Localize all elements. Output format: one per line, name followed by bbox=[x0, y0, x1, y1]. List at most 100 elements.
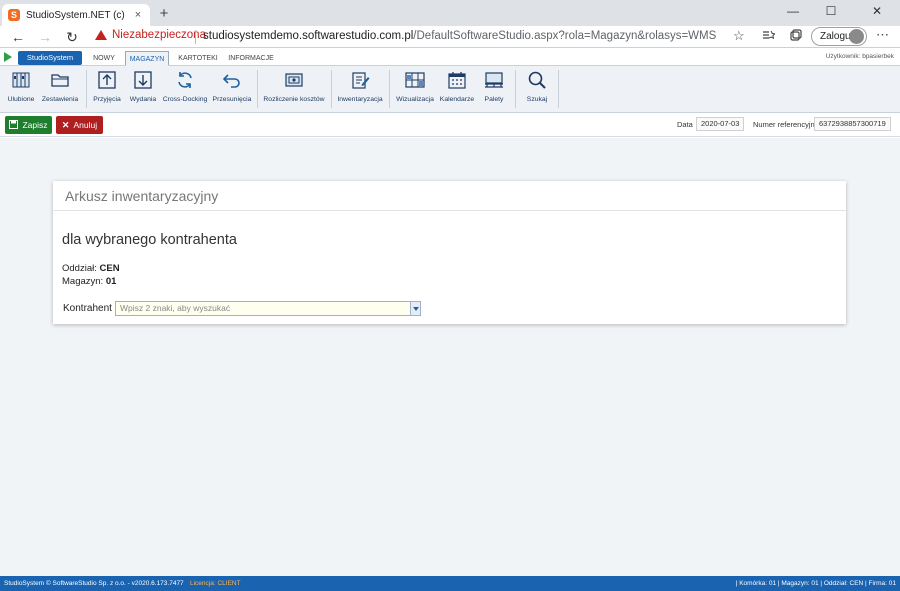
browser-tab[interactable]: S StudioSystem.NET (c) SoftwareSt × bbox=[2, 4, 150, 26]
ribbon-rozliczenie-kosztow-label: Rozliczenie kosztów bbox=[263, 96, 325, 103]
status-bar: StudioSystem © SoftwareStudio Sp. z o.o.… bbox=[0, 576, 900, 591]
favorite-star-icon[interactable]: ☆ bbox=[733, 28, 745, 44]
play-icon[interactable] bbox=[4, 52, 12, 62]
address-bar: ← → ↻ Niezabezpieczona studiosystemdemo.… bbox=[0, 26, 900, 48]
url-field[interactable]: studiosystemdemo.softwarestudio.com.pl/D… bbox=[203, 30, 716, 42]
browser-tab-strip: S StudioSystem.NET (c) SoftwareSt × + — … bbox=[0, 0, 900, 26]
url-host: studiosystemdemo.softwarestudio.com.pl bbox=[203, 30, 414, 42]
return-arrow-icon bbox=[222, 70, 242, 90]
chevron-down-icon[interactable] bbox=[410, 302, 420, 315]
ribbon-wizualizacja-button[interactable]: Wizualizacja bbox=[395, 70, 435, 110]
security-warning[interactable]: Niezabezpieczona bbox=[95, 29, 206, 41]
branch-value: CEN bbox=[99, 263, 120, 274]
ribbon-ulubione-label: Ulubione bbox=[7, 96, 35, 103]
tab-informacje[interactable]: INFORMACJE bbox=[228, 51, 274, 66]
studiosystem-brand-button[interactable]: StudioSystem bbox=[18, 51, 82, 65]
window-close-button[interactable]: ✕ bbox=[862, 2, 892, 20]
url-separator bbox=[195, 30, 196, 44]
branch-label: Oddział: bbox=[62, 263, 97, 274]
main-content: Arkusz inwentaryzacyjny dla wybranego ko… bbox=[0, 138, 900, 576]
forward-button[interactable]: → bbox=[35, 27, 55, 47]
reference-number-label: Numer referencyjny bbox=[753, 120, 819, 129]
tab-magazyn[interactable]: MAGAZYN bbox=[125, 51, 169, 66]
new-tab-button[interactable]: + bbox=[155, 5, 173, 23]
security-warning-label: Niezabezpieczona bbox=[112, 29, 206, 41]
pallet-icon bbox=[484, 70, 504, 90]
ribbon-separator bbox=[331, 70, 332, 108]
ribbon-separator bbox=[515, 70, 516, 108]
ribbon-zestawienia-label: Zestawienia bbox=[41, 96, 79, 103]
ribbon-kalendarze-label: Kalendarze bbox=[439, 96, 475, 103]
inventory-sheet-card: Arkusz inwentaryzacyjny dla wybranego ko… bbox=[53, 181, 846, 324]
app-menu-bar: StudioSystem NOWY MAGAZYN KARTOTEKI INFO… bbox=[0, 49, 900, 66]
page-title: Arkusz inwentaryzacyjny bbox=[65, 188, 219, 204]
books-icon bbox=[11, 70, 31, 90]
ribbon-szukaj-label: Szukaj bbox=[526, 96, 548, 103]
login-button[interactable]: Zaloguj bbox=[811, 27, 867, 46]
ribbon-palety-label: Palety bbox=[484, 96, 504, 103]
ribbon-toolbar: Ulubione Zestawienia Przyjęcia Wydania C… bbox=[0, 66, 900, 113]
ribbon-wizualizacja-label: Wizualizacja bbox=[396, 96, 434, 103]
branch-info: Oddział: CEN bbox=[62, 263, 120, 274]
current-user-label: Użytkownik: bpasierbek bbox=[825, 53, 894, 60]
ribbon-cross-docking-button[interactable]: Cross-Docking bbox=[162, 70, 208, 110]
date-label: Data bbox=[677, 120, 693, 129]
ribbon-ulubione-button[interactable]: Ulubione bbox=[4, 70, 38, 110]
save-button[interactable]: Zapisz bbox=[5, 116, 52, 134]
edit-document-icon bbox=[350, 70, 370, 90]
ribbon-separator bbox=[558, 70, 559, 108]
reload-button[interactable]: ↻ bbox=[62, 27, 82, 47]
save-icon bbox=[9, 119, 19, 131]
arrow-down-box-icon bbox=[133, 70, 153, 90]
page-subtitle: dla wybranego kontrahenta bbox=[62, 232, 237, 248]
warehouse-value: 01 bbox=[105, 276, 117, 287]
ribbon-separator bbox=[257, 70, 258, 108]
money-icon bbox=[284, 70, 304, 90]
ribbon-separator bbox=[86, 70, 87, 108]
save-label: Zapisz bbox=[22, 120, 48, 130]
minimize-button[interactable]: — bbox=[778, 2, 808, 20]
contractor-search-input[interactable]: Wpisz 2 znaki, aby wyszukać bbox=[115, 301, 421, 316]
license-info: Licencja: CLIENT bbox=[190, 580, 241, 587]
ribbon-rozliczenie-kosztow-button[interactable]: Rozliczenie kosztów bbox=[262, 70, 326, 110]
folder-icon bbox=[50, 70, 70, 90]
warehouse-info: Magazyn: 01 bbox=[62, 276, 116, 287]
ribbon-przesuniecia-button[interactable]: Przesunięcia bbox=[212, 70, 252, 110]
close-icon: ✕ bbox=[61, 119, 70, 130]
cancel-button[interactable]: ✕ Anuluj bbox=[56, 116, 103, 134]
ribbon-zestawienia-button[interactable]: Zestawienia bbox=[41, 70, 79, 110]
action-bar: Zapisz ✕ Anuluj Data 2020-07-03 Numer re… bbox=[0, 113, 900, 137]
login-label: Zaloguj bbox=[820, 31, 853, 42]
back-button[interactable]: ← bbox=[8, 27, 28, 47]
ribbon-wydania-label: Wydania bbox=[129, 96, 157, 103]
favorites-list-icon[interactable] bbox=[762, 29, 776, 45]
tab-nowy[interactable]: NOWY bbox=[90, 51, 118, 66]
ribbon-inwentaryzacja-button[interactable]: Inwentaryzacja bbox=[336, 70, 384, 110]
more-options-icon[interactable]: ⋯ bbox=[876, 27, 889, 43]
tab-kartoteki[interactable]: KARTOTEKI bbox=[177, 51, 219, 66]
browser-tab-title: StudioSystem.NET (c) SoftwareSt bbox=[26, 9, 128, 21]
ribbon-wydania-button[interactable]: Wydania bbox=[126, 70, 160, 110]
url-path: /DefaultSoftwareStudio.aspx?rola=Magazyn… bbox=[413, 30, 717, 42]
ribbon-kalendarze-button[interactable]: Kalendarze bbox=[439, 70, 475, 110]
studiosystem-favicon-icon: S bbox=[8, 9, 20, 21]
ribbon-palety-button[interactable]: Palety bbox=[480, 70, 508, 110]
card-header: Arkusz inwentaryzacyjny bbox=[53, 181, 846, 211]
warning-icon bbox=[95, 30, 107, 40]
reference-number-value: 6372938857300719 bbox=[814, 117, 891, 131]
cancel-label: Anuluj bbox=[73, 120, 98, 130]
calendar-icon bbox=[447, 70, 467, 90]
maximize-button[interactable]: ☐ bbox=[816, 2, 846, 20]
refresh-icon bbox=[175, 70, 195, 90]
tab-close-icon[interactable]: × bbox=[132, 9, 144, 21]
contractor-label: Kontrahent bbox=[63, 303, 112, 314]
context-info: | Komórka: 01 | Magazyn: 01 | Oddział: C… bbox=[735, 580, 896, 587]
date-value: 2020-07-03 bbox=[696, 117, 745, 131]
ribbon-przyjecia-button[interactable]: Przyjęcia bbox=[90, 70, 124, 110]
shelves-icon bbox=[405, 70, 425, 90]
ribbon-inwentaryzacja-label: Inwentaryzacja bbox=[337, 96, 383, 103]
ribbon-przyjecia-label: Przyjęcia bbox=[93, 96, 121, 103]
contractor-placeholder: Wpisz 2 znaki, aby wyszukać bbox=[120, 303, 231, 313]
ribbon-szukaj-button[interactable]: Szukaj bbox=[522, 70, 552, 110]
collections-icon[interactable] bbox=[789, 29, 802, 45]
